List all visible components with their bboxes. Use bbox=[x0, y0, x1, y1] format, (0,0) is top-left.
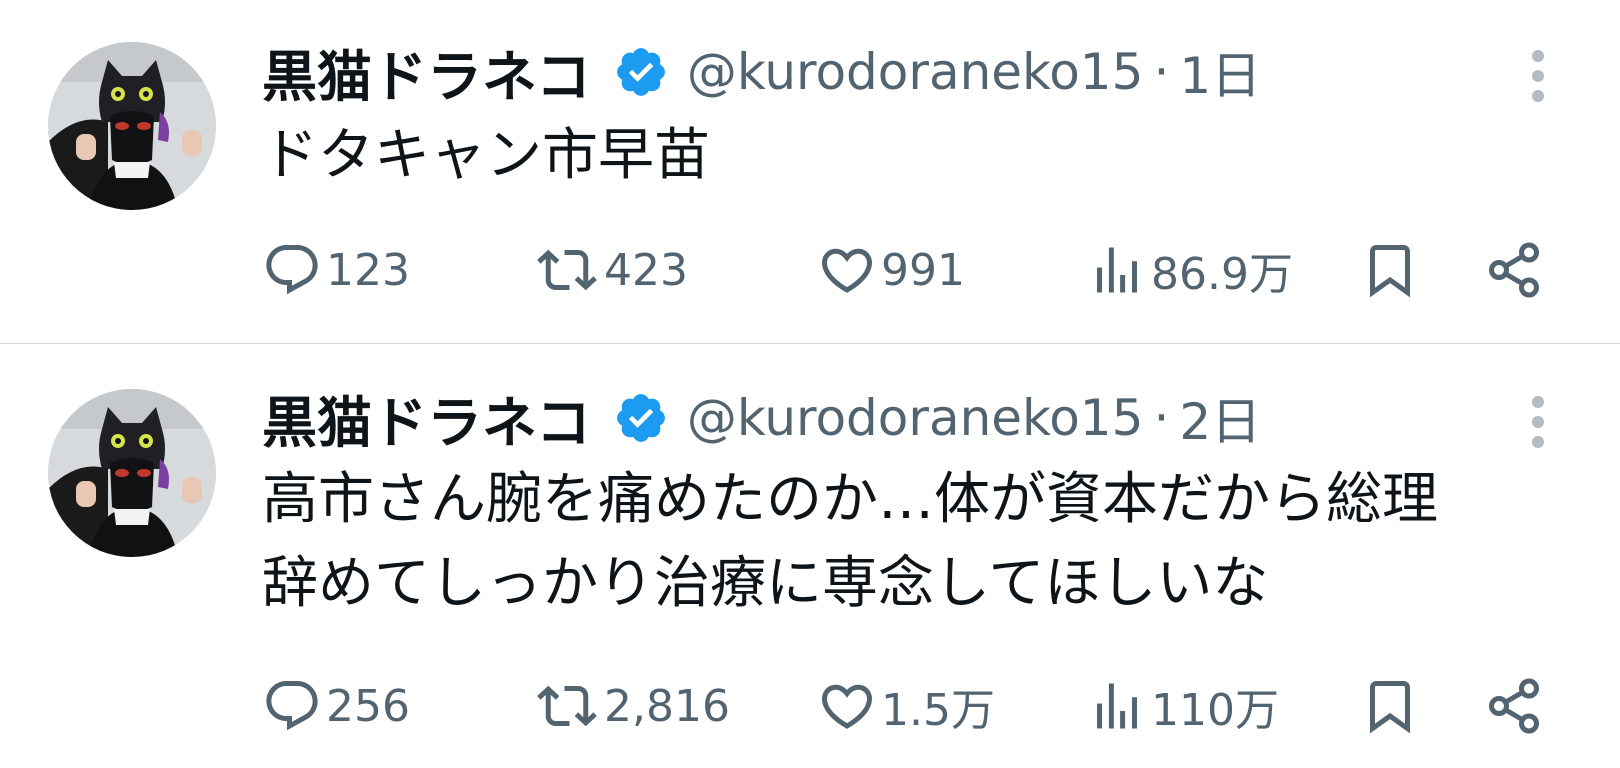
share-icon bbox=[1489, 242, 1539, 298]
tweet[interactable]: 黒猫ドラネコ @kurodoraneko15 · 1日 ドタキャン市早苗 123 bbox=[0, 0, 1620, 344]
display-name[interactable]: 黒猫ドラネコ bbox=[262, 32, 591, 112]
tweet-text: 高市さん腕を痛めたのか…体が資本だから総理 辞めてしっかり治療に専念してほしいな bbox=[262, 458, 1592, 626]
bookmark-button[interactable] bbox=[1360, 234, 1420, 306]
tweet-text: ドタキャン市早苗 bbox=[262, 114, 1592, 198]
more-vertical-icon bbox=[1532, 396, 1544, 408]
action-bar: 123 423 991 86.9万 bbox=[262, 234, 1562, 306]
tweet-header: 黒猫ドラネコ @kurodoraneko15 · 1日 bbox=[262, 36, 1261, 109]
views-button[interactable]: 110万 bbox=[1087, 670, 1279, 742]
views-button[interactable]: 86.9万 bbox=[1087, 234, 1293, 306]
avatar-image bbox=[48, 389, 216, 557]
more-vertical-icon bbox=[1532, 50, 1544, 62]
like-count: 1.5万 bbox=[881, 685, 995, 736]
like-button[interactable]: 991 bbox=[817, 234, 965, 306]
reply-icon bbox=[266, 681, 318, 731]
share-button[interactable] bbox=[1484, 670, 1544, 742]
views-count: 86.9万 bbox=[1151, 249, 1293, 300]
tweet-text-line: ドタキャン市早苗 bbox=[262, 123, 710, 188]
views-count: 110万 bbox=[1151, 685, 1279, 736]
like-button[interactable]: 1.5万 bbox=[817, 670, 995, 742]
timestamp[interactable]: 1日 bbox=[1179, 36, 1261, 108]
tweet-text-line: 高市さん腕を痛めたのか…体が資本だから総理 bbox=[262, 467, 1438, 532]
reply-count: 123 bbox=[326, 244, 410, 296]
more-options-button[interactable] bbox=[1524, 388, 1554, 454]
verified-badge-icon bbox=[616, 394, 665, 442]
share-icon bbox=[1489, 678, 1539, 734]
more-options-button[interactable] bbox=[1524, 42, 1554, 108]
bookmark-icon bbox=[1370, 245, 1410, 298]
retweet-button[interactable]: 2,816 bbox=[534, 670, 730, 742]
heart-icon bbox=[821, 248, 873, 293]
more-dot bbox=[1532, 436, 1544, 448]
views-icon bbox=[1097, 247, 1137, 293]
retweet-count: 423 bbox=[604, 244, 688, 296]
reply-button[interactable]: 256 bbox=[262, 670, 410, 742]
more-dot bbox=[1532, 416, 1544, 428]
separator: · bbox=[1153, 43, 1170, 101]
tweet[interactable]: 黒猫ドラネコ @kurodoraneko15 · 2日 高市さん腕を痛めたのか…… bbox=[0, 344, 1620, 768]
verified-badge-icon bbox=[616, 48, 665, 96]
more-dot bbox=[1532, 90, 1544, 102]
more-dot bbox=[1532, 70, 1544, 82]
reply-icon bbox=[266, 245, 318, 295]
retweet-icon bbox=[537, 249, 597, 291]
user-handle[interactable]: @kurodoraneko15 bbox=[687, 389, 1144, 447]
display-name[interactable]: 黒猫ドラネコ bbox=[262, 378, 591, 458]
share-button[interactable] bbox=[1484, 234, 1544, 306]
retweet-icon bbox=[537, 685, 597, 727]
avatar[interactable] bbox=[48, 389, 216, 557]
timestamp[interactable]: 2日 bbox=[1179, 382, 1261, 454]
tweet-header: 黒猫ドラネコ @kurodoraneko15 · 2日 bbox=[262, 382, 1261, 455]
action-bar: 256 2,816 1.5万 110万 bbox=[262, 670, 1562, 742]
like-count: 991 bbox=[881, 244, 965, 296]
views-icon bbox=[1097, 683, 1137, 729]
reply-count: 256 bbox=[326, 680, 410, 732]
bookmark-button[interactable] bbox=[1360, 670, 1420, 742]
tweet-text-line: 辞めてしっかり治療に専念してほしいな bbox=[262, 551, 1269, 616]
heart-icon bbox=[821, 684, 873, 729]
retweet-count: 2,816 bbox=[604, 680, 730, 732]
bookmark-icon bbox=[1370, 681, 1410, 734]
user-handle[interactable]: @kurodoraneko15 bbox=[687, 43, 1144, 101]
avatar-image bbox=[48, 42, 216, 210]
reply-button[interactable]: 123 bbox=[262, 234, 410, 306]
retweet-button[interactable]: 423 bbox=[534, 234, 688, 306]
avatar[interactable] bbox=[48, 42, 216, 210]
separator: · bbox=[1153, 389, 1170, 447]
timeline-feed: 黒猫ドラネコ @kurodoraneko15 · 1日 ドタキャン市早苗 123 bbox=[0, 0, 1620, 768]
